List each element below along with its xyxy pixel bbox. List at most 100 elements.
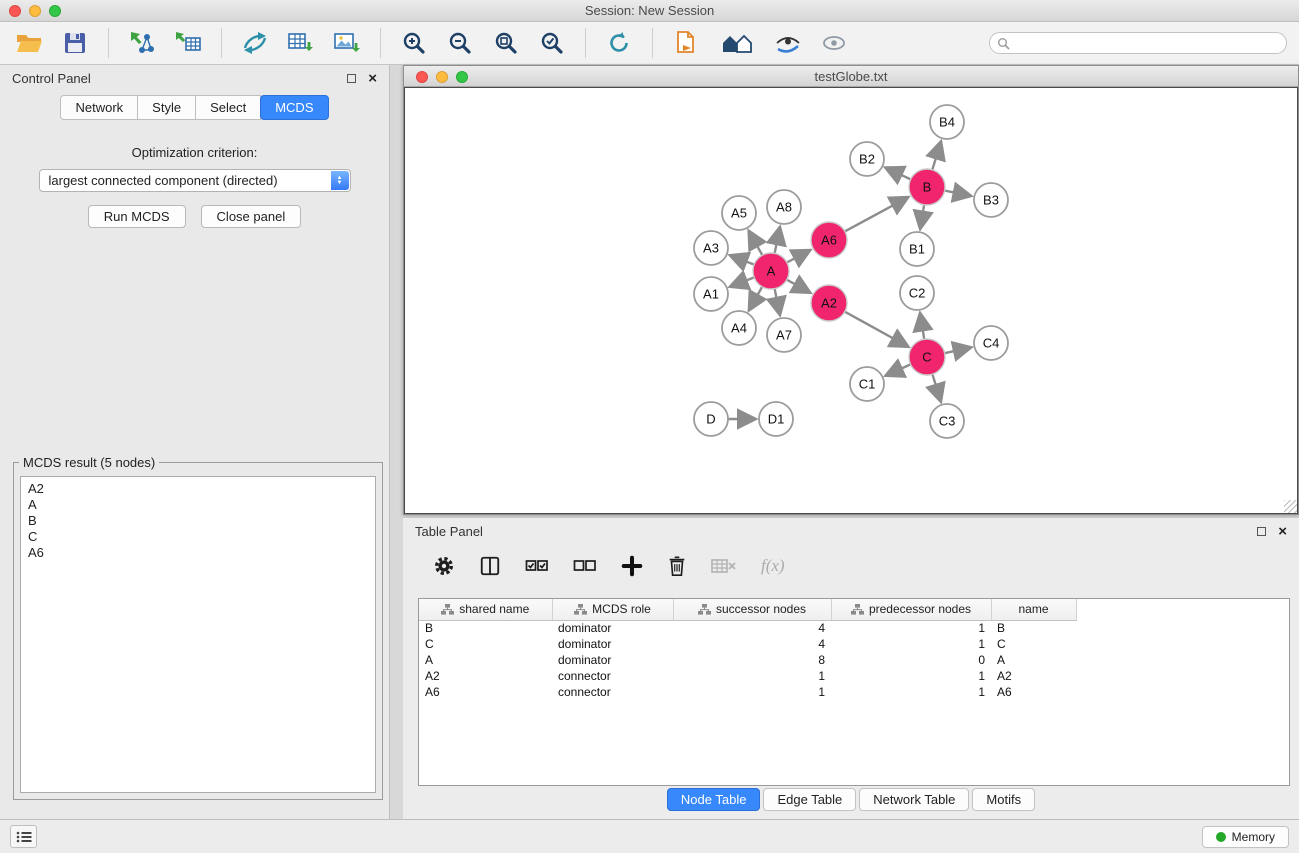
network-edge-A-A3[interactable] [731, 256, 755, 265]
network-node-A5[interactable]: A5 [722, 196, 756, 230]
network-edge-A-A2[interactable] [787, 280, 810, 293]
zoom-in-button[interactable] [397, 27, 431, 59]
network-edge-B-B4[interactable] [932, 142, 941, 170]
table-row[interactable]: A6connector11A6 [419, 684, 1076, 700]
network-edge-A-A8[interactable] [775, 228, 780, 254]
network-node-B[interactable]: B [909, 169, 945, 205]
select-all-button[interactable] [525, 557, 549, 575]
close-table-panel-icon[interactable]: × [1278, 524, 1287, 539]
network-node-C4[interactable]: C4 [974, 326, 1008, 360]
network-close-button[interactable] [416, 71, 428, 83]
network-node-C3[interactable]: C3 [930, 404, 964, 438]
import-network-button[interactable] [125, 27, 159, 59]
mcds-result-list[interactable]: A2 A B C A6 [20, 476, 376, 793]
network-node-D1[interactable]: D1 [759, 402, 793, 436]
tab-network-table[interactable]: Network Table [859, 788, 969, 811]
run-mcds-button[interactable]: Run MCDS [88, 205, 186, 228]
tab-style[interactable]: Style [138, 95, 196, 120]
zoom-fit-button[interactable] [489, 27, 523, 59]
add-column-button[interactable] [621, 555, 643, 577]
ndex-home-button[interactable] [715, 27, 759, 59]
network-edge-C-C1[interactable] [886, 364, 910, 375]
table-row[interactable]: Adominator80A [419, 652, 1076, 668]
network-node-B2[interactable]: B2 [850, 142, 884, 176]
network-node-A7[interactable]: A7 [767, 318, 801, 352]
table-row[interactable]: A2connector11A2 [419, 668, 1076, 684]
zoom-selected-button[interactable] [535, 27, 569, 59]
close-panel-button[interactable]: Close panel [201, 205, 302, 228]
delete-column-button[interactable] [667, 555, 687, 577]
column-header-name[interactable]: name [991, 599, 1076, 620]
task-history-button[interactable] [10, 825, 37, 848]
network-node-C[interactable]: C [909, 339, 945, 375]
deselect-all-button[interactable] [573, 557, 597, 575]
network-node-C2[interactable]: C2 [900, 276, 934, 310]
tab-motifs[interactable]: Motifs [972, 788, 1035, 811]
column-header-mcds-role[interactable]: MCDS role [552, 599, 673, 620]
show-columns-button[interactable] [479, 555, 501, 577]
network-node-B1[interactable]: B1 [900, 232, 934, 266]
tab-node-table[interactable]: Node Table [667, 788, 761, 811]
function-builder-button[interactable]: f(x) [761, 556, 785, 576]
resize-handle[interactable] [1284, 500, 1297, 513]
clone-network-button[interactable] [238, 27, 272, 59]
style-preview-button[interactable] [771, 27, 805, 59]
minimize-window-button[interactable] [29, 5, 41, 17]
network-node-A3[interactable]: A3 [694, 231, 728, 265]
network-canvas[interactable]: B4 B2 B B3 A5 A8 A6 A3 B1 A A1 C2 A2 A4 A7 C C4 C1 C3 D D1 [404, 87, 1298, 514]
tab-mcds[interactable]: MCDS [260, 95, 328, 120]
network-edge-A6-B[interactable] [845, 198, 908, 232]
network-edge-B-B3[interactable] [945, 191, 971, 196]
network-node-D[interactable]: D [694, 402, 728, 436]
memory-button[interactable]: Memory [1202, 826, 1289, 848]
network-minimize-button[interactable] [436, 71, 448, 83]
network-graph[interactable]: B4 B2 B B3 A5 A8 A6 A3 B1 A A1 C2 A2 A4 A7 C C4 C1 C3 D D1 [405, 88, 1299, 515]
network-edge-A-A5[interactable] [749, 231, 762, 255]
network-node-A2[interactable]: A2 [811, 285, 847, 321]
network-node-A[interactable]: A [753, 253, 789, 289]
network-node-C1[interactable]: C1 [850, 367, 884, 401]
network-edge-A-A7[interactable] [775, 289, 780, 315]
network-edge-A-A1[interactable] [731, 277, 755, 286]
table-row[interactable]: Cdominator41C [419, 636, 1076, 652]
show-hide-button[interactable] [817, 27, 851, 59]
network-edge-B-B1[interactable] [920, 205, 924, 229]
zoom-out-button[interactable] [443, 27, 477, 59]
tab-network[interactable]: Network [60, 95, 138, 120]
network-edge-C-C3[interactable] [932, 374, 940, 401]
network-node-B3[interactable]: B3 [974, 183, 1008, 217]
save-session-button[interactable] [58, 27, 92, 59]
export-table-button[interactable] [284, 27, 318, 59]
float-table-panel-icon[interactable] [1257, 527, 1266, 536]
column-header-predecessor-nodes[interactable]: predecessor nodes [831, 599, 991, 620]
table-settings-button[interactable] [433, 555, 455, 577]
network-node-A4[interactable]: A4 [722, 311, 756, 345]
network-edge-C-C2[interactable] [920, 314, 924, 340]
network-edge-A-A4[interactable] [749, 287, 762, 310]
network-edge-A2-C[interactable] [845, 312, 908, 347]
delete-table-button[interactable] [711, 557, 737, 575]
node-table-container[interactable]: shared name MCDS role successor nodes pr… [418, 598, 1290, 786]
open-session-button[interactable] [12, 27, 46, 59]
table-row[interactable]: Bdominator41B [419, 620, 1076, 636]
float-panel-icon[interactable] [347, 74, 356, 83]
zoom-window-button[interactable] [49, 5, 61, 17]
import-table-button[interactable] [171, 27, 205, 59]
column-header-successor-nodes[interactable]: successor nodes [673, 599, 831, 620]
tab-select[interactable]: Select [196, 95, 261, 120]
network-node-A6[interactable]: A6 [811, 222, 847, 258]
search-input[interactable] [1015, 36, 1279, 50]
publish-document-button[interactable] [669, 27, 703, 59]
network-zoom-button[interactable] [456, 71, 468, 83]
tab-edge-table[interactable]: Edge Table [763, 788, 856, 811]
network-edge-C-C4[interactable] [945, 348, 971, 354]
column-header-shared-name[interactable]: shared name [419, 599, 552, 620]
criterion-dropdown[interactable]: largest connected component (directed) ▲… [39, 169, 351, 192]
network-node-A8[interactable]: A8 [767, 190, 801, 224]
export-image-button[interactable] [330, 27, 364, 59]
network-node-A1[interactable]: A1 [694, 277, 728, 311]
network-edge-A-A6[interactable] [787, 250, 810, 262]
apply-layout-button[interactable] [602, 27, 636, 59]
close-window-button[interactable] [9, 5, 21, 17]
network-node-B4[interactable]: B4 [930, 105, 964, 139]
